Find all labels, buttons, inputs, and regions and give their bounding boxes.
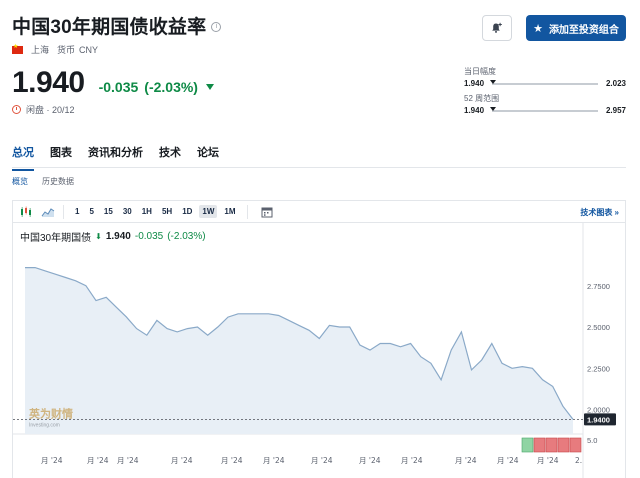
investing-watermark-logo-sub: Investing.com <box>29 422 60 428</box>
info-icon[interactable]: i <box>211 21 222 32</box>
week52-range-high: 2.957 <box>605 106 626 115</box>
last-price: 1.940 <box>12 66 85 99</box>
page-title: 中国30年期国债收益率 <box>12 17 207 38</box>
day-range: 当日幅度 1.940 2.023 <box>464 66 626 88</box>
volume-bar <box>533 437 546 453</box>
down-arrow-icon <box>205 84 214 90</box>
day-range-high: 2.023 <box>605 79 626 88</box>
last-value-label: 1.9400 <box>587 415 610 424</box>
investing-watermark-logo: 英为财情 <box>28 406 73 420</box>
instrument-meta: 上海 货币 CNY <box>12 43 98 56</box>
volume-bar <box>521 437 534 453</box>
alert-button[interactable] <box>482 15 512 41</box>
x-tick-label: 月 '24 <box>497 456 519 465</box>
x-tick-label: 月 '24 <box>221 456 243 465</box>
week52-range-low: 1.940 <box>464 106 485 115</box>
close-status: 闲盘 · 20/12 <box>26 105 75 115</box>
volume-bar <box>569 437 582 453</box>
x-tick-label: 月 '24 <box>537 456 559 465</box>
y-tick-label: 2.7500 <box>587 282 610 291</box>
week52-range-label: 52 周范围 <box>464 94 500 103</box>
subtab-historical-data[interactable]: 历史数据 <box>42 176 74 187</box>
china-flag-icon <box>12 43 23 54</box>
week52-range-marker <box>490 106 497 111</box>
x-tick-label: 月 '24 <box>87 456 109 465</box>
week52-range-bar <box>490 106 598 112</box>
subtab-overview[interactable]: 概览 <box>12 176 28 187</box>
y-tick-label: 2.2500 <box>587 364 610 373</box>
bell-plus-icon <box>492 22 502 33</box>
day-range-low: 1.940 <box>464 79 485 88</box>
clock-icon <box>12 105 21 114</box>
week52-range: 52 周范围 1.940 2.957 <box>464 93 626 115</box>
star-icon: ★ <box>533 22 543 35</box>
x-tick-label: 月 '24 <box>359 456 381 465</box>
sub-tabs: 概览 历史数据 <box>12 176 74 187</box>
add-to-portfolio-button[interactable]: ★ 添加至投资组合 <box>526 15 626 41</box>
title-row: 中国30年期国债收益率 i <box>12 12 222 39</box>
add-to-portfolio-label: 添加至投资组合 <box>548 24 619 36</box>
chart-panel: 1 5 15 30 1H 5H 1D 1W 1M 技术图表 » 中国30年期国债 ⬇ 1.940… <box>12 200 626 478</box>
market-status: 闲盘 · 20/12 <box>12 103 75 116</box>
volume-tick-label: 5.0 <box>587 436 597 445</box>
price-row: 1.940 -0.035 (-2.03%) <box>12 66 214 100</box>
x-tick-label: 月 '24 <box>117 456 139 465</box>
volume-bar <box>545 437 558 453</box>
day-range-label: 当日幅度 <box>464 67 496 76</box>
currency-value: CNY <box>79 44 99 55</box>
price-chart[interactable]: 英为财情 Investing.com 2.7500 2.5000 2.2500 2.000… <box>13 201 625 478</box>
day-range-marker <box>490 79 497 84</box>
exchange-location: 上海 <box>31 45 50 55</box>
area-fill <box>25 267 573 434</box>
price-change: -0.035 (-2.03%) <box>99 79 214 95</box>
x-tick-label: 月 '24 <box>171 456 193 465</box>
change-percent: (-2.03%) <box>144 79 198 95</box>
x-tick-label: 月 '24 <box>41 456 63 465</box>
x-tick-label: 月 '24 <box>311 456 333 465</box>
currency-label: 货币 <box>57 45 76 55</box>
x-tick-label: 月 '24 <box>263 456 285 465</box>
x-tick-label: 月 '24 <box>401 456 423 465</box>
x-tick-label: 月 '24 <box>455 456 477 465</box>
volume-bar <box>557 437 570 453</box>
y-tick-label: 2.5000 <box>587 323 610 332</box>
change-value: -0.035 <box>98 79 139 95</box>
day-range-bar <box>490 79 598 85</box>
x-tick-label: 2. <box>575 456 582 465</box>
tabs-divider <box>12 167 626 168</box>
y-tick-label: 2.0000 <box>587 406 610 415</box>
